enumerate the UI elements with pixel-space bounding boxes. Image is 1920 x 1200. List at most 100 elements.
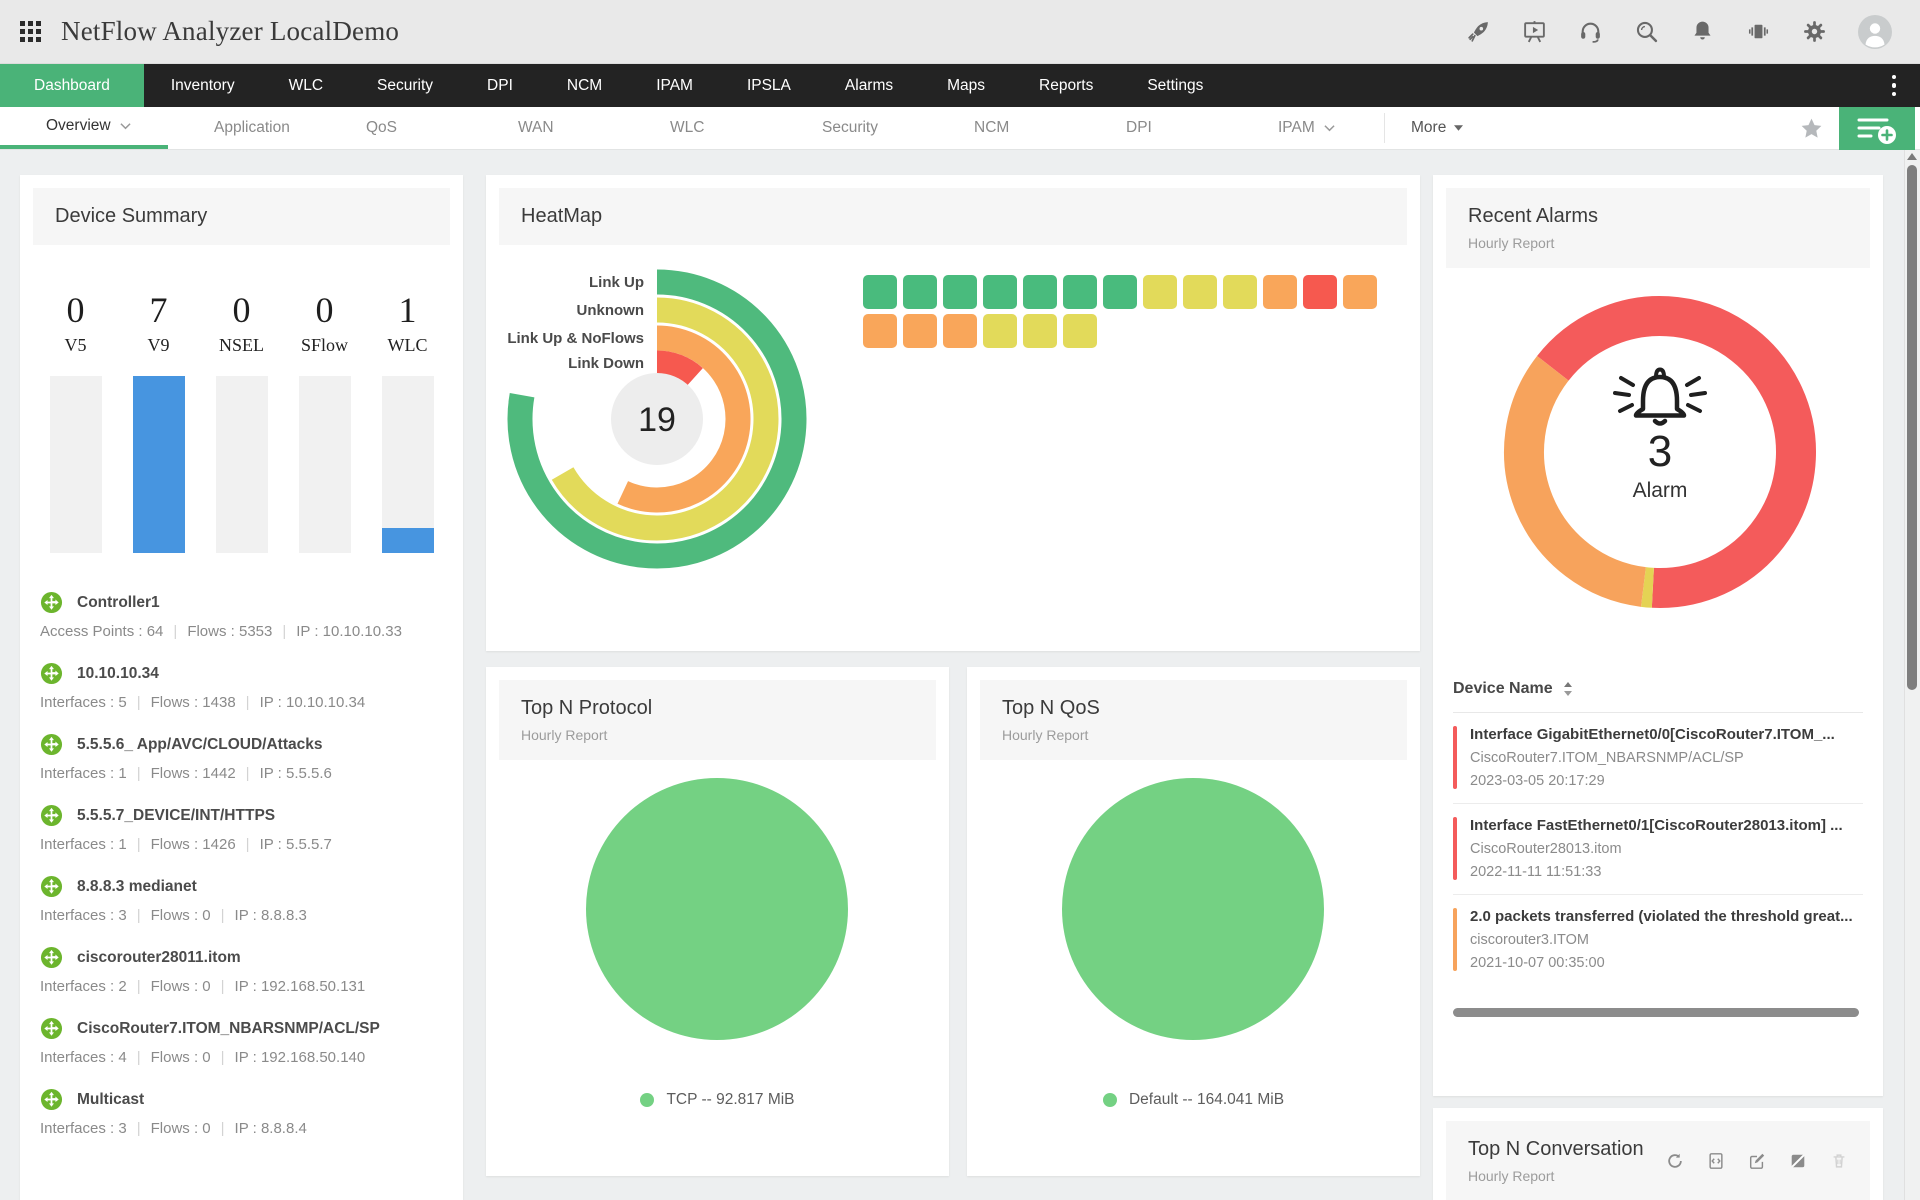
bar-sflow[interactable] bbox=[298, 376, 351, 553]
horizontal-scrollbar[interactable] bbox=[1453, 1008, 1859, 1017]
nav-tab-inventory[interactable]: Inventory bbox=[144, 64, 262, 107]
heat-cell-unknown[interactable] bbox=[1023, 314, 1057, 348]
heat-cell-up[interactable] bbox=[1023, 275, 1057, 309]
nav-tab-ipsla[interactable]: IPSLA bbox=[720, 64, 818, 107]
device-name-link[interactable]: ciscorouter28011.itom bbox=[77, 949, 241, 967]
nav-tab-wlc[interactable]: WLC bbox=[262, 64, 350, 107]
heat-cell-unknown[interactable] bbox=[1143, 275, 1177, 309]
ringing-bell-icon bbox=[1613, 367, 1707, 426]
delete-icon[interactable] bbox=[1830, 1152, 1848, 1170]
bar-v9[interactable] bbox=[132, 376, 185, 553]
nav-tab-settings[interactable]: Settings bbox=[1120, 64, 1230, 107]
qos-legend[interactable]: Default -- 164.041 MiB bbox=[967, 1091, 1420, 1109]
subnav-more-menu[interactable]: More bbox=[1385, 107, 1464, 149]
headset-icon[interactable] bbox=[1578, 19, 1603, 44]
subnav-item-wan[interactable]: WAN bbox=[472, 107, 624, 149]
subnav-item-ncm[interactable]: NCM bbox=[928, 107, 1080, 149]
alarm-row[interactable]: Interface FastEthernet0/1[CiscoRouter280… bbox=[1453, 803, 1863, 894]
heat-cell-noflows[interactable] bbox=[863, 314, 897, 348]
device-name-link[interactable]: Controller1 bbox=[77, 594, 160, 612]
heat-cell-noflows[interactable] bbox=[1343, 275, 1377, 309]
heat-cell-up[interactable] bbox=[943, 275, 977, 309]
nav-tab-dpi[interactable]: DPI bbox=[460, 64, 540, 107]
nav-tab-dashboard[interactable]: Dashboard bbox=[0, 64, 144, 107]
add-dashboard-button[interactable] bbox=[1839, 107, 1915, 150]
panel-title: Recent Alarms bbox=[1468, 205, 1599, 227]
contrast-icon[interactable] bbox=[1789, 1152, 1807, 1170]
heat-cell-down[interactable] bbox=[1303, 275, 1337, 309]
legend-label: Default -- 164.041 MiB bbox=[1128, 1091, 1285, 1108]
protocol-legend[interactable]: TCP -- 92.817 MiB bbox=[486, 1091, 949, 1109]
heat-cell-noflows[interactable] bbox=[1263, 275, 1297, 309]
apps-grid-icon[interactable] bbox=[20, 21, 41, 42]
alarm-row[interactable]: Interface GigabitEthernet0/0[CiscoRouter… bbox=[1453, 713, 1863, 803]
bar-nsel[interactable] bbox=[215, 376, 268, 553]
refresh-icon[interactable] bbox=[1666, 1152, 1684, 1170]
nav-tab-maps[interactable]: Maps bbox=[920, 64, 1012, 107]
heat-cell-noflows[interactable] bbox=[903, 314, 937, 348]
heat-cell-up[interactable] bbox=[983, 275, 1017, 309]
stat-wlc: 1 WLC bbox=[378, 289, 438, 356]
device-stat: Flows : 0 bbox=[150, 1049, 211, 1066]
top-n-conversation-header: Top N Conversation Hourly Report bbox=[1446, 1121, 1870, 1200]
nav-tab-alarms[interactable]: Alarms bbox=[818, 64, 920, 107]
alarm-row[interactable]: 2.0 packets transferred (violated the th… bbox=[1453, 894, 1863, 985]
protocol-pie-chart[interactable] bbox=[586, 778, 848, 1040]
rocket-icon[interactable] bbox=[1466, 19, 1491, 44]
heat-cell-unknown[interactable] bbox=[983, 314, 1017, 348]
subnav-label: WLC bbox=[670, 119, 705, 136]
page-scrollbar-thumb[interactable] bbox=[1907, 165, 1917, 690]
presentation-icon[interactable] bbox=[1522, 19, 1547, 44]
heat-cell-up[interactable] bbox=[903, 275, 937, 309]
bell-icon[interactable] bbox=[1690, 19, 1715, 44]
device-name-link[interactable]: 10.10.10.34 bbox=[77, 665, 159, 683]
device-name-link[interactable]: Multicast bbox=[77, 1091, 144, 1109]
subnav-item-wlc[interactable]: WLC bbox=[624, 107, 776, 149]
nav-overflow-menu-icon[interactable] bbox=[1891, 64, 1896, 107]
device-stat: Interfaces : 3 bbox=[40, 907, 127, 924]
device-stats: Access Points : 64 | Flows : 5353 | IP : 10.… bbox=[40, 623, 443, 640]
device-stats: Interfaces : 4 | Flows : 0 | IP : 192.168.50… bbox=[40, 1049, 443, 1066]
heat-cell-unknown[interactable] bbox=[1223, 275, 1257, 309]
device-name-link[interactable]: CiscoRouter7.ITOM_NBARSNMP/ACL/SP bbox=[77, 1020, 380, 1038]
device-name-link[interactable]: 5.5.5.7_DEVICE/INT/HTTPS bbox=[77, 807, 275, 825]
embed-icon[interactable] bbox=[1707, 1152, 1725, 1170]
subnav-item-ipam[interactable]: IPAM bbox=[1232, 107, 1384, 149]
device-name-link[interactable]: 8.8.8.3 medianet bbox=[77, 878, 197, 896]
device-move-icon bbox=[40, 875, 63, 898]
favorite-star-icon[interactable] bbox=[1799, 116, 1824, 141]
subnav-item-security[interactable]: Security bbox=[776, 107, 928, 149]
search-icon[interactable] bbox=[1634, 19, 1659, 44]
gauge-label: Link Up bbox=[589, 274, 644, 291]
nav-tab-ipam[interactable]: IPAM bbox=[629, 64, 720, 107]
edit-icon[interactable] bbox=[1748, 1152, 1766, 1170]
device-name-link[interactable]: 5.5.5.6_ App/AVC/CLOUD/Attacks bbox=[77, 736, 322, 754]
gear-icon[interactable] bbox=[1802, 19, 1827, 44]
scrollbar-up-arrow[interactable] bbox=[1907, 153, 1917, 160]
device-stat: Flows : 5353 bbox=[187, 623, 273, 640]
subnav-item-dpi[interactable]: DPI bbox=[1080, 107, 1232, 149]
top-n-qos-panel: Top N QoS Hourly Report Default -- 164.0… bbox=[967, 667, 1420, 1176]
nav-tab-security[interactable]: Security bbox=[350, 64, 460, 107]
carousel-icon[interactable] bbox=[1746, 19, 1771, 44]
subnav-item-application[interactable]: Application bbox=[168, 107, 320, 149]
device-stat: Flows : 1426 bbox=[150, 836, 236, 853]
gauge-label: Link Up & NoFlows bbox=[507, 330, 644, 347]
qos-pie-chart[interactable] bbox=[1062, 778, 1324, 1040]
device-move-icon bbox=[40, 804, 63, 827]
heat-cell-up[interactable] bbox=[1063, 275, 1097, 309]
heat-cell-up[interactable] bbox=[863, 275, 897, 309]
heat-cell-up[interactable] bbox=[1103, 275, 1137, 309]
divider: | bbox=[220, 978, 225, 995]
subnav-item-overview[interactable]: Overview bbox=[0, 107, 168, 149]
alarm-table-sort-header[interactable]: Device Name bbox=[1453, 680, 1863, 713]
heat-cell-noflows[interactable] bbox=[943, 314, 977, 348]
nav-tab-ncm[interactable]: NCM bbox=[540, 64, 629, 107]
bar-wlc[interactable] bbox=[381, 376, 434, 553]
heat-cell-unknown[interactable] bbox=[1063, 314, 1097, 348]
subnav-item-qos[interactable]: QoS bbox=[320, 107, 472, 149]
nav-tab-reports[interactable]: Reports bbox=[1012, 64, 1120, 107]
heat-cell-unknown[interactable] bbox=[1183, 275, 1217, 309]
avatar[interactable] bbox=[1858, 14, 1892, 49]
bar-v5[interactable] bbox=[49, 376, 102, 553]
